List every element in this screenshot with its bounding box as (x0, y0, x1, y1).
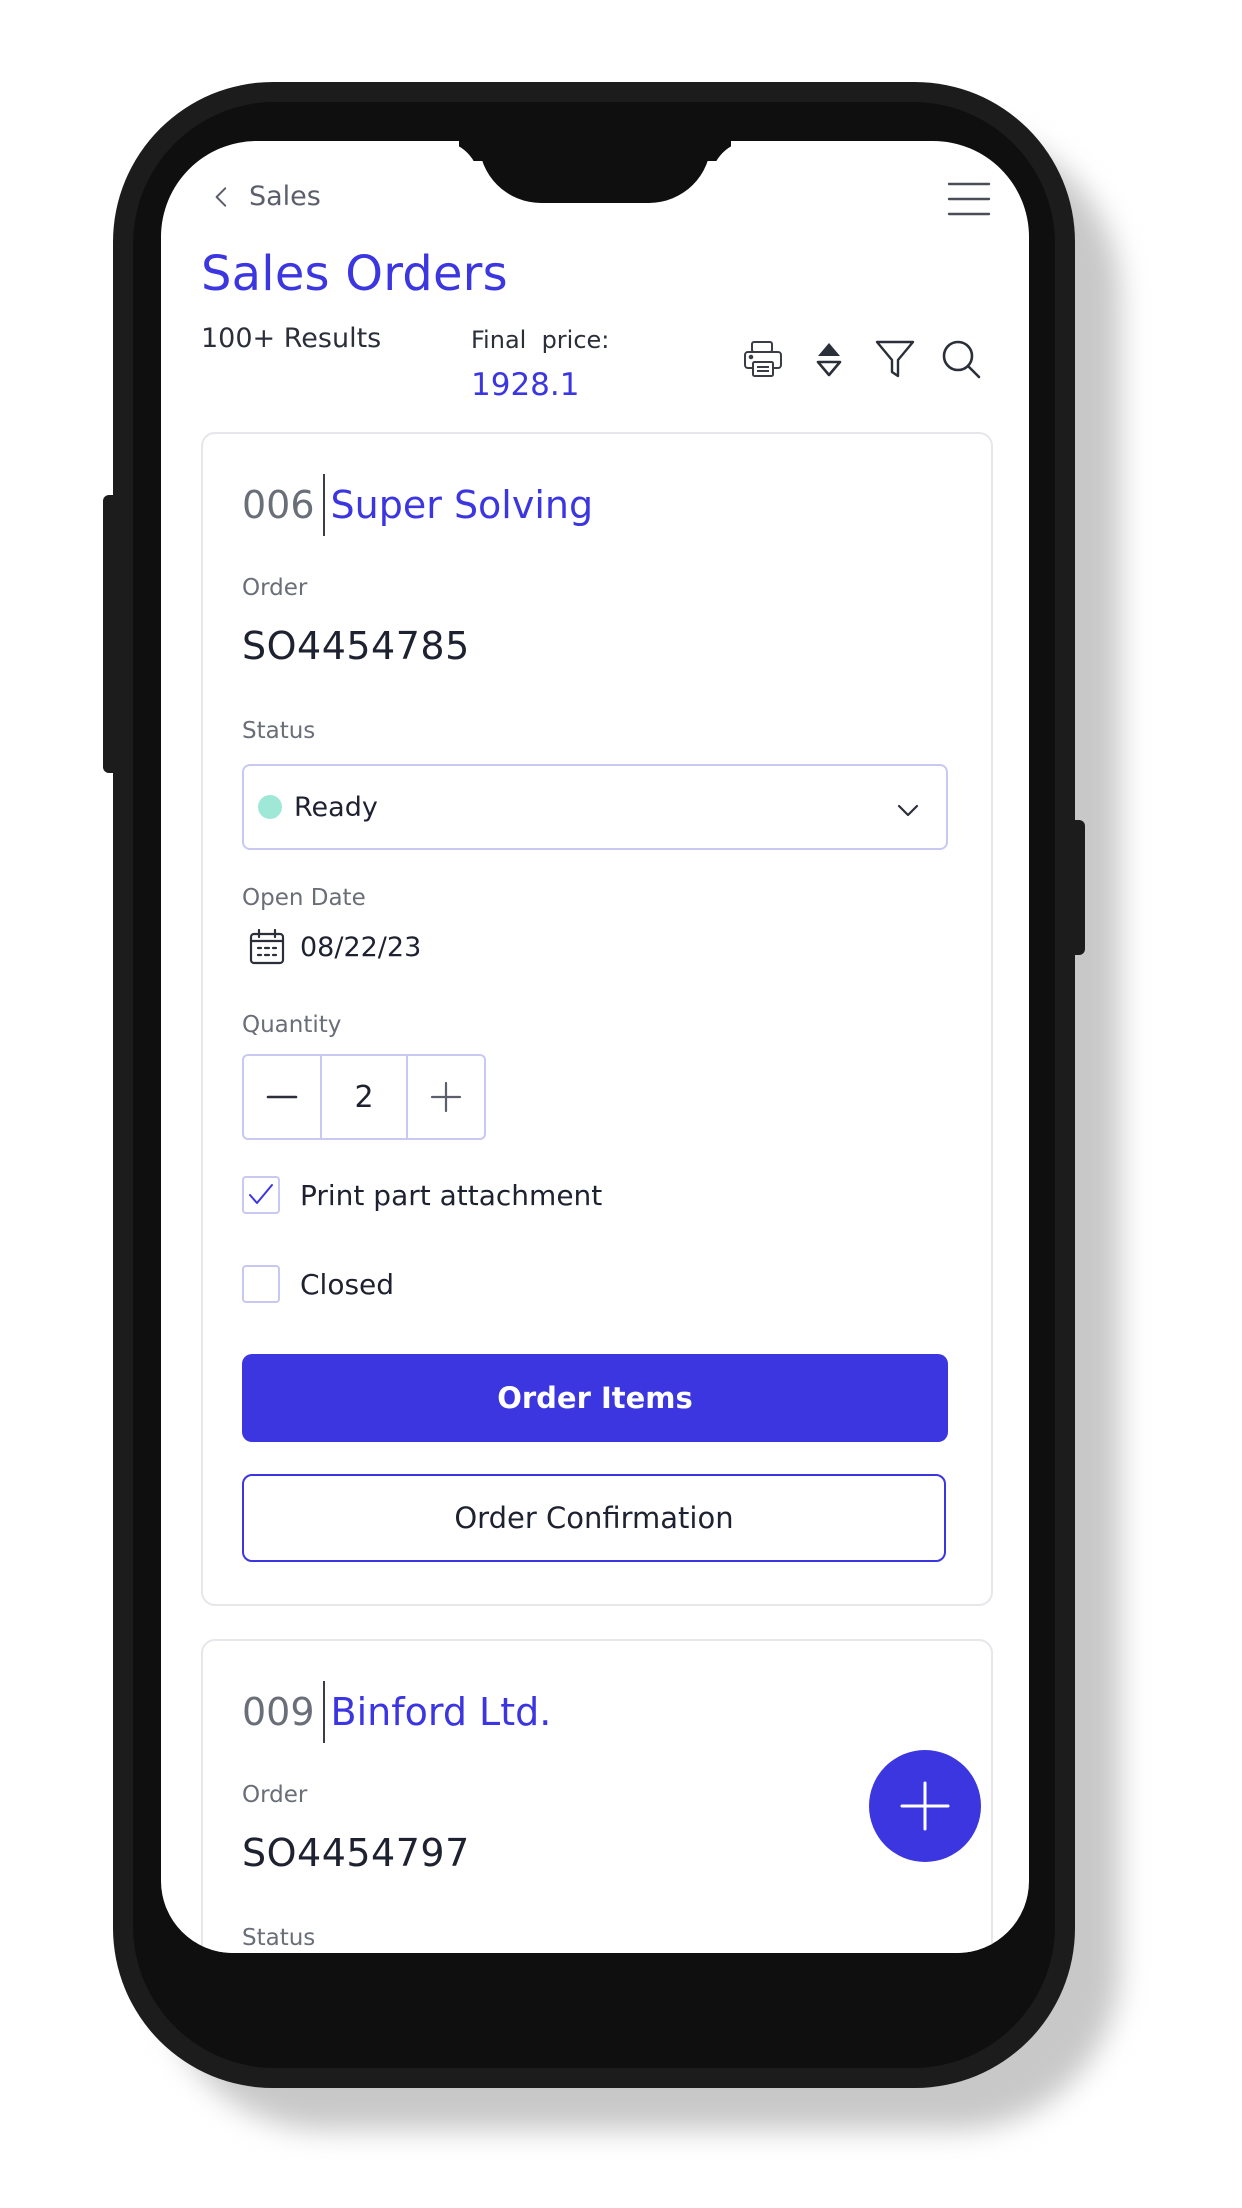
plus-icon (900, 1781, 950, 1831)
order-label: Order (242, 575, 308, 601)
phone-notch (479, 141, 711, 203)
plus-icon (430, 1081, 462, 1113)
page-title: Sales Orders (201, 246, 508, 302)
order-number: 009 (242, 1690, 315, 1734)
sort-icon (816, 343, 842, 377)
header-divider (322, 1681, 325, 1743)
quantity-stepper: 2 (242, 1054, 486, 1140)
order-card-header: 006 Super Solving (242, 474, 593, 536)
chevron-left-icon (215, 186, 227, 207)
status-label: Status (242, 718, 316, 744)
order-id: SO4454785 (242, 624, 470, 668)
chevron-down-icon (897, 804, 919, 817)
order-card: 006 Super Solving Order SO4454785 Status… (201, 432, 993, 1606)
checkmark-icon (249, 1184, 273, 1204)
status-value: Ready (294, 791, 378, 823)
order-label: Order (242, 1782, 308, 1808)
decrement-button[interactable] (244, 1056, 320, 1138)
order-confirmation-button[interactable]: Order Confirmation (242, 1474, 946, 1562)
order-card-header: 009 Binford Ltd. (242, 1681, 551, 1743)
filter-button[interactable] (873, 337, 917, 381)
status-dot (258, 795, 282, 819)
order-items-button[interactable]: Order Items (242, 1354, 948, 1442)
quantity-value[interactable]: 2 (320, 1056, 408, 1138)
print-icon (744, 341, 782, 377)
header-divider (322, 474, 325, 536)
search-icon (942, 340, 981, 379)
print-attachment-label: Print part attachment (300, 1178, 603, 1212)
closed-label: Closed (300, 1267, 395, 1301)
increment-button[interactable] (408, 1056, 484, 1138)
print-attachment-checkbox[interactable] (242, 1176, 280, 1214)
quantity-label: Quantity (242, 1012, 342, 1038)
filter-icon (875, 340, 915, 378)
back-button[interactable]: Sales (209, 181, 321, 212)
final-price-label: Final price: (471, 326, 610, 354)
back-label: Sales (249, 181, 321, 212)
final-price-value: 1928.1 (471, 367, 580, 403)
status-label: Status (242, 1925, 316, 1951)
sort-button[interactable] (807, 337, 851, 381)
app-screen: Sales Sales Orders 100+ Results Final pr… (161, 141, 1029, 1953)
status-select[interactable]: Ready (242, 764, 948, 850)
toolbar (741, 337, 983, 381)
search-button[interactable] (939, 337, 983, 381)
customer-name[interactable]: Binford Ltd. (331, 1690, 552, 1734)
print-button[interactable] (741, 337, 785, 381)
closed-checkbox[interactable] (242, 1265, 280, 1303)
minus-icon (266, 1095, 298, 1099)
order-number: 006 (242, 483, 315, 527)
print-attachment-row: Print part attachment (242, 1176, 602, 1214)
customer-name[interactable]: Super Solving (331, 483, 594, 527)
closed-row: Closed (242, 1265, 394, 1303)
open-date-value: 08/22/23 (300, 931, 422, 963)
calendar-icon (249, 928, 285, 965)
open-date-label: Open Date (242, 885, 366, 911)
results-count: 100+ Results (201, 323, 382, 354)
open-date[interactable]: 08/22/23 (248, 928, 421, 966)
hamburger-menu-icon[interactable] (947, 181, 991, 217)
add-order-button[interactable] (869, 1750, 981, 1862)
order-id: SO4454797 (242, 1831, 470, 1875)
